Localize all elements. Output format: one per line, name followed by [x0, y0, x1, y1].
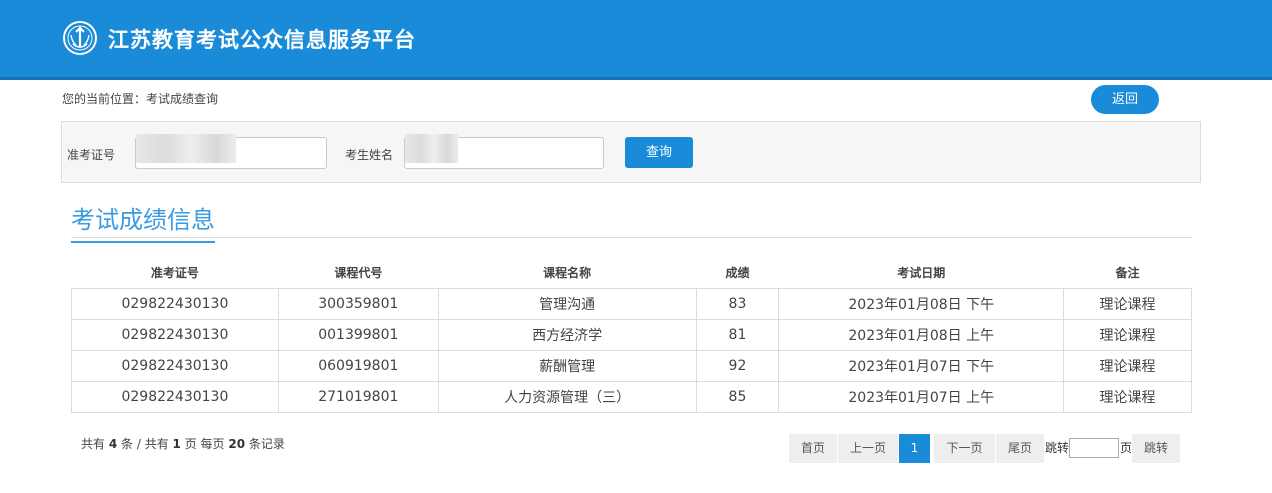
column-header: 成绩 — [725, 266, 750, 281]
table-cell: 271019801 — [277, 380, 439, 413]
table-cell: 92 — [695, 349, 780, 382]
redacted-ticket-number — [136, 134, 236, 163]
table-cell: 83 — [695, 287, 780, 320]
summary-prefix: 共有 — [81, 437, 106, 451]
summary-pages-unit: 页 每页 — [184, 437, 225, 451]
jump-suffix-label: 页 — [1120, 441, 1133, 455]
table-cell: 029822430130 — [71, 349, 279, 382]
search-panel: 准考证号 考生姓名 查询 — [61, 121, 1201, 183]
column-header: 课程代号 — [334, 266, 383, 281]
summary-count-unit: 条 / 共有 — [121, 437, 169, 451]
table-cell: 81 — [695, 318, 780, 351]
table-cell: 2023年01月07日 下午 — [778, 349, 1065, 382]
site-header: 江苏教育考试公众信息服务平台 — [0, 0, 1272, 80]
ticket-number-label: 准考证号 — [67, 148, 116, 162]
column-header: 备注 — [1115, 266, 1140, 281]
per-page-count: 20 — [228, 437, 246, 451]
current-page-button[interactable]: 1 — [899, 434, 930, 463]
candidate-name-label: 考生姓名 — [345, 148, 394, 162]
score-table: 准考证号 课程代号 课程名称 成绩 考试日期 备注 029822430130 3… — [71, 258, 1192, 413]
redacted-candidate-name — [405, 134, 458, 163]
table-cell: 060919801 — [277, 349, 439, 382]
first-page-button[interactable]: 首页 — [789, 434, 837, 463]
jump-prefix-label: 跳转 — [1045, 441, 1070, 455]
table-row: 029822430130 300359801 管理沟通 83 2023年01月0… — [71, 287, 1192, 320]
last-page-button[interactable]: 尾页 — [996, 434, 1044, 463]
table-cell: 理论课程 — [1063, 287, 1192, 320]
table-cell: 001399801 — [277, 318, 439, 351]
table-row: 029822430130 271019801 人力资源管理（三） 85 2023… — [71, 380, 1192, 413]
table-cell: 理论课程 — [1063, 349, 1192, 382]
record-count: 4 — [108, 437, 118, 451]
table-cell: 薪酬管理 — [437, 349, 697, 382]
table-cell: 300359801 — [277, 287, 439, 320]
section-divider — [71, 237, 1192, 238]
page-count: 1 — [172, 437, 181, 451]
column-header: 课程名称 — [543, 266, 592, 281]
table-cell: 2023年01月07日 上午 — [778, 380, 1065, 413]
table-row: 029822430130 060919801 薪酬管理 92 2023年01月0… — [71, 349, 1192, 382]
table-cell: 2023年01月08日 上午 — [778, 318, 1065, 351]
jump-button[interactable]: 跳转 — [1132, 434, 1180, 463]
table-row: 029822430130 001399801 西方经济学 81 2023年01月… — [71, 318, 1192, 351]
table-header-row: 准考证号 课程代号 课程名称 成绩 考试日期 备注 — [72, 258, 1192, 288]
table-cell: 人力资源管理（三） — [437, 380, 697, 413]
breadcrumb: 您的当前位置：考试成绩查询 — [62, 92, 219, 106]
table-cell: 029822430130 — [71, 380, 279, 413]
record-summary: 共有 4 条 / 共有 1 页 每页 20 条记录 — [81, 435, 285, 452]
query-button[interactable]: 查询 — [625, 137, 693, 168]
prev-page-button[interactable]: 上一页 — [838, 434, 898, 463]
table-cell: 理论课程 — [1063, 380, 1192, 413]
site-title: 江苏教育考试公众信息服务平台 — [108, 28, 416, 52]
table-cell: 西方经济学 — [437, 318, 697, 351]
column-header: 准考证号 — [150, 266, 199, 281]
table-cell: 理论课程 — [1063, 318, 1192, 351]
table-cell: 029822430130 — [71, 318, 279, 351]
next-page-button[interactable]: 下一页 — [934, 434, 995, 463]
table-cell: 2023年01月08日 下午 — [778, 287, 1065, 320]
table-cell: 管理沟通 — [437, 287, 697, 320]
column-header: 考试日期 — [897, 266, 946, 281]
table-cell: 029822430130 — [71, 287, 279, 320]
summary-per-page-unit: 条记录 — [248, 437, 285, 451]
back-button[interactable]: 返回 — [1091, 85, 1159, 114]
jump-page-input[interactable] — [1069, 438, 1119, 458]
exam-authority-emblem-icon — [63, 21, 97, 55]
table-cell: 85 — [695, 380, 780, 413]
